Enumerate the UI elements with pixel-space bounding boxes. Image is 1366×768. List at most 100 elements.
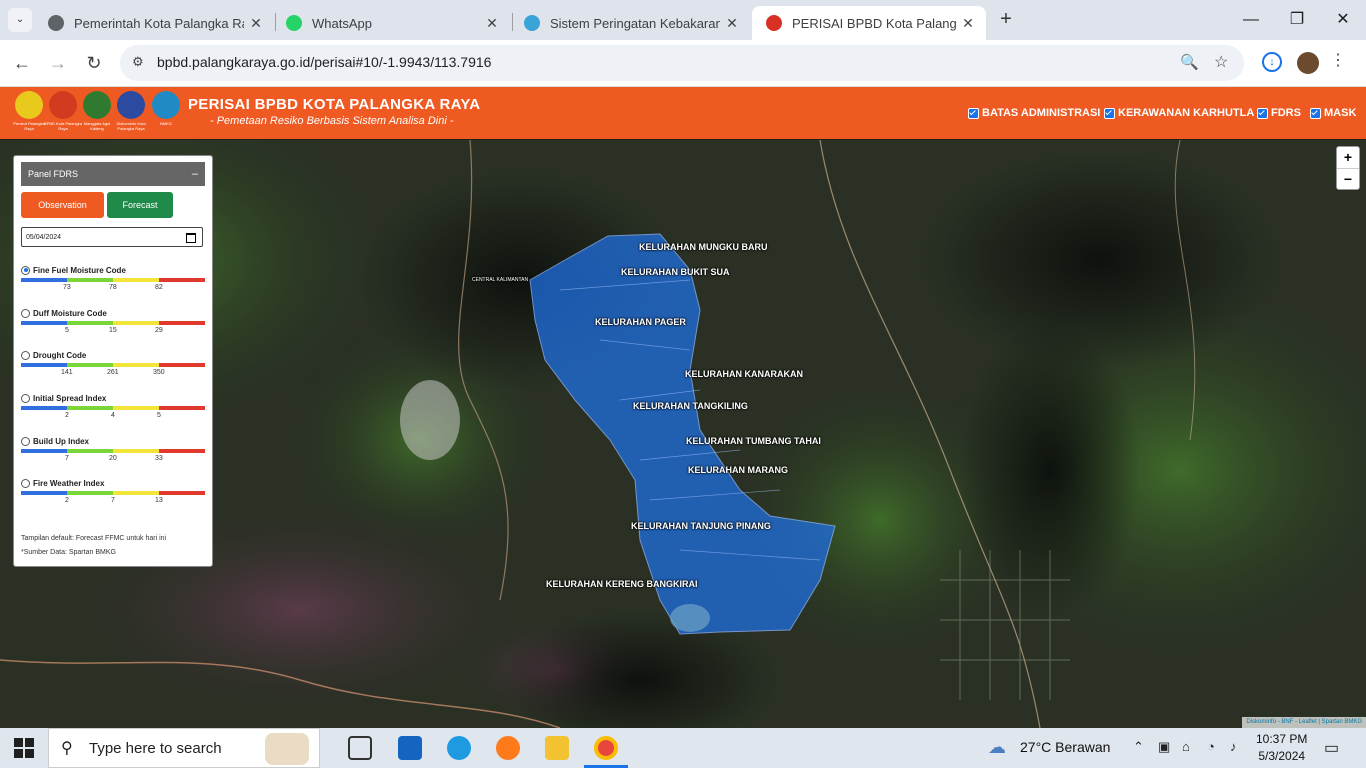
close-icon[interactable]: ✕ xyxy=(956,15,980,32)
threshold-label: 7 xyxy=(65,455,69,462)
network-icon[interactable]: ⌂ xyxy=(1182,739,1190,754)
radio-icon[interactable] xyxy=(21,350,30,360)
index-fwi[interactable]: Fire Weather Index 2 7 13 xyxy=(21,477,207,505)
layer-toggle-mask[interactable]: MASK xyxy=(1310,107,1356,119)
index-dc[interactable]: Drought Code 141 261 350 xyxy=(21,349,207,377)
site-header: Pemkot Palangka Raya BPBD Kota Palangka … xyxy=(0,87,1366,139)
kelurahan-label[interactable]: KELURAHAN BUKIT SUA xyxy=(621,267,730,277)
threshold-label: 141 xyxy=(61,369,73,376)
notification-icon[interactable]: ▭ xyxy=(1324,738,1339,758)
zoom-in-button[interactable]: + xyxy=(1337,147,1359,169)
observation-button[interactable]: Observation xyxy=(21,192,104,218)
reload-button[interactable]: ↻ xyxy=(81,50,107,76)
back-button[interactable]: ← xyxy=(9,50,35,76)
threshold-label: 5 xyxy=(157,412,161,419)
download-icon[interactable]: ↓ xyxy=(1262,52,1282,72)
zoom-icon[interactable]: 🔍 xyxy=(1180,53,1199,71)
date-input[interactable]: 05/04/2024 xyxy=(21,227,203,247)
radio-icon[interactable] xyxy=(21,265,30,275)
kelurahan-label[interactable]: KELURAHAN KERENG BANGKIRAI xyxy=(546,579,698,589)
url-text: bpbd.palangkaraya.go.id/perisai#10/-1.99… xyxy=(157,54,492,70)
layer-toggle-batas[interactable]: BATAS ADMINISTRASI xyxy=(968,107,1100,119)
avatar[interactable] xyxy=(1297,52,1319,74)
index-ffmc[interactable]: Fine Fuel Moisture Code 73 78 82 xyxy=(21,264,207,292)
address-bar[interactable]: ⚙ bpbd.palangkaraya.go.id/perisai#10/-1.… xyxy=(120,45,1244,81)
close-icon[interactable]: ✕ xyxy=(720,15,744,32)
weather-icon[interactable]: ☁ xyxy=(988,737,1006,758)
whatsapp-icon xyxy=(286,15,302,31)
radio-icon[interactable] xyxy=(21,436,30,446)
calendar-icon[interactable] xyxy=(186,233,196,243)
edge-icon[interactable] xyxy=(447,736,471,760)
camera-icon[interactable]: ▣ xyxy=(1158,739,1170,755)
weather-text[interactable]: 27°C Berawan xyxy=(1020,739,1110,755)
tab-sistem-peringatan[interactable]: Sistem Peringatan Kebakaran H ✕ xyxy=(510,6,750,40)
map-attribution[interactable]: Diskominfo - BNF - Leaflet | Spartan BMK… xyxy=(1242,717,1366,728)
system-clock[interactable]: 10:37 PM 5/3/2024 xyxy=(1256,731,1307,765)
tab-search-button[interactable]: ⌄ xyxy=(8,8,32,32)
kelurahan-label[interactable]: KELURAHAN TANJUNG PINANG xyxy=(631,521,771,531)
date-value: 05/04/2024 xyxy=(26,234,62,241)
kelurahan-label[interactable]: KELURAHAN MARANG xyxy=(688,465,788,475)
globe-icon xyxy=(48,15,64,31)
tab-perisai[interactable]: PERISAI BPBD Kota Palangka Ra ✕ xyxy=(752,6,986,40)
kelurahan-label[interactable]: KELURAHAN MUNGKU BARU xyxy=(639,242,768,252)
logo-caption: BMKG xyxy=(160,121,172,126)
close-window-button[interactable]: ✕ xyxy=(1328,8,1358,32)
kelurahan-label[interactable]: KELURAHAN TANGKILING xyxy=(633,401,748,411)
logo-diskominfo xyxy=(117,91,145,119)
threshold-label: 20 xyxy=(109,455,117,462)
index-isi[interactable]: Initial Spread Index 2 4 5 xyxy=(21,392,207,420)
place-label: CENTRAL KALIMANTAN xyxy=(472,277,529,283)
windows-start-icon[interactable] xyxy=(14,738,34,758)
task-view-icon[interactable] xyxy=(348,736,372,760)
tab-title: PERISAI BPBD Kota Palangka Ra xyxy=(792,15,956,31)
radio-icon[interactable] xyxy=(21,478,30,488)
checkbox-icon[interactable] xyxy=(1104,107,1115,119)
close-icon[interactable]: ✕ xyxy=(480,15,504,32)
taskbar-search-box[interactable]: ⚲ Type here to search xyxy=(48,728,320,768)
index-bui[interactable]: Build Up Index 7 20 33 xyxy=(21,435,207,463)
chevron-up-icon[interactable]: ⌃ xyxy=(1133,739,1144,755)
checkbox-icon[interactable] xyxy=(1257,107,1268,119)
new-tab-button[interactable]: + xyxy=(994,8,1018,32)
volume-icon[interactable]: ♪ xyxy=(1230,739,1237,754)
checkbox-icon[interactable] xyxy=(968,107,979,119)
firefox-icon[interactable] xyxy=(496,736,520,760)
minimize-window-button[interactable]: — xyxy=(1236,8,1266,32)
clock-time: 10:37 PM xyxy=(1256,732,1308,746)
wifi-icon[interactable]: ◔ xyxy=(1207,739,1215,754)
menu-icon[interactable]: ⋮ xyxy=(1330,50,1346,70)
layer-label: KERAWANAN KARHUTLA xyxy=(1118,107,1255,119)
file-explorer-icon[interactable] xyxy=(545,736,569,760)
restore-window-button[interactable]: ❐ xyxy=(1282,8,1312,32)
zoom-out-button[interactable]: − xyxy=(1337,169,1359,190)
logo-pemkot xyxy=(15,91,43,119)
logo-bpbd xyxy=(49,91,77,119)
checkbox-icon[interactable] xyxy=(1310,107,1321,119)
site-info-icon[interactable]: ⚙ xyxy=(132,54,144,70)
panel-minimize-button[interactable]: – xyxy=(192,162,198,186)
forward-button[interactable]: → xyxy=(45,50,71,76)
kelurahan-label[interactable]: KELURAHAN PAGER xyxy=(595,317,686,327)
logo-manggala-agni xyxy=(83,91,111,119)
tab-whatsapp[interactable]: WhatsApp ✕ xyxy=(272,6,510,40)
kelurahan-label[interactable]: KELURAHAN TUMBANG TAHAI xyxy=(686,436,821,446)
forecast-button[interactable]: Forecast xyxy=(107,192,173,218)
radio-icon[interactable] xyxy=(21,308,30,318)
threshold-label: 5 xyxy=(65,327,69,334)
chrome-icon[interactable] xyxy=(594,736,618,760)
tab-pemkot[interactable]: Pemerintah Kota Palangka Raya ✕ xyxy=(34,6,274,40)
kelurahan-label[interactable]: KELURAHAN KANARAKAN xyxy=(685,369,803,379)
close-icon[interactable]: ✕ xyxy=(244,15,268,32)
layer-toggle-kerawanan[interactable]: KERAWANAN KARHUTLA xyxy=(1104,107,1254,119)
bookmark-star-icon[interactable]: ☆ xyxy=(1214,52,1228,72)
layer-toggle-fdrs[interactable]: FDRS xyxy=(1257,107,1301,119)
site-subtitle: - Pemetaan Resiko Berbasis Sistem Analis… xyxy=(210,115,454,127)
browser-tab-strip: ⌄ Pemerintah Kota Palangka Raya ✕ WhatsA… xyxy=(0,0,1366,40)
index-dmc[interactable]: Duff Moisture Code 5 15 29 xyxy=(21,307,207,335)
search-placeholder: Type here to search xyxy=(89,740,222,757)
mail-icon[interactable] xyxy=(398,736,422,760)
index-label: Drought Code xyxy=(33,350,87,360)
radio-icon[interactable] xyxy=(21,393,30,403)
